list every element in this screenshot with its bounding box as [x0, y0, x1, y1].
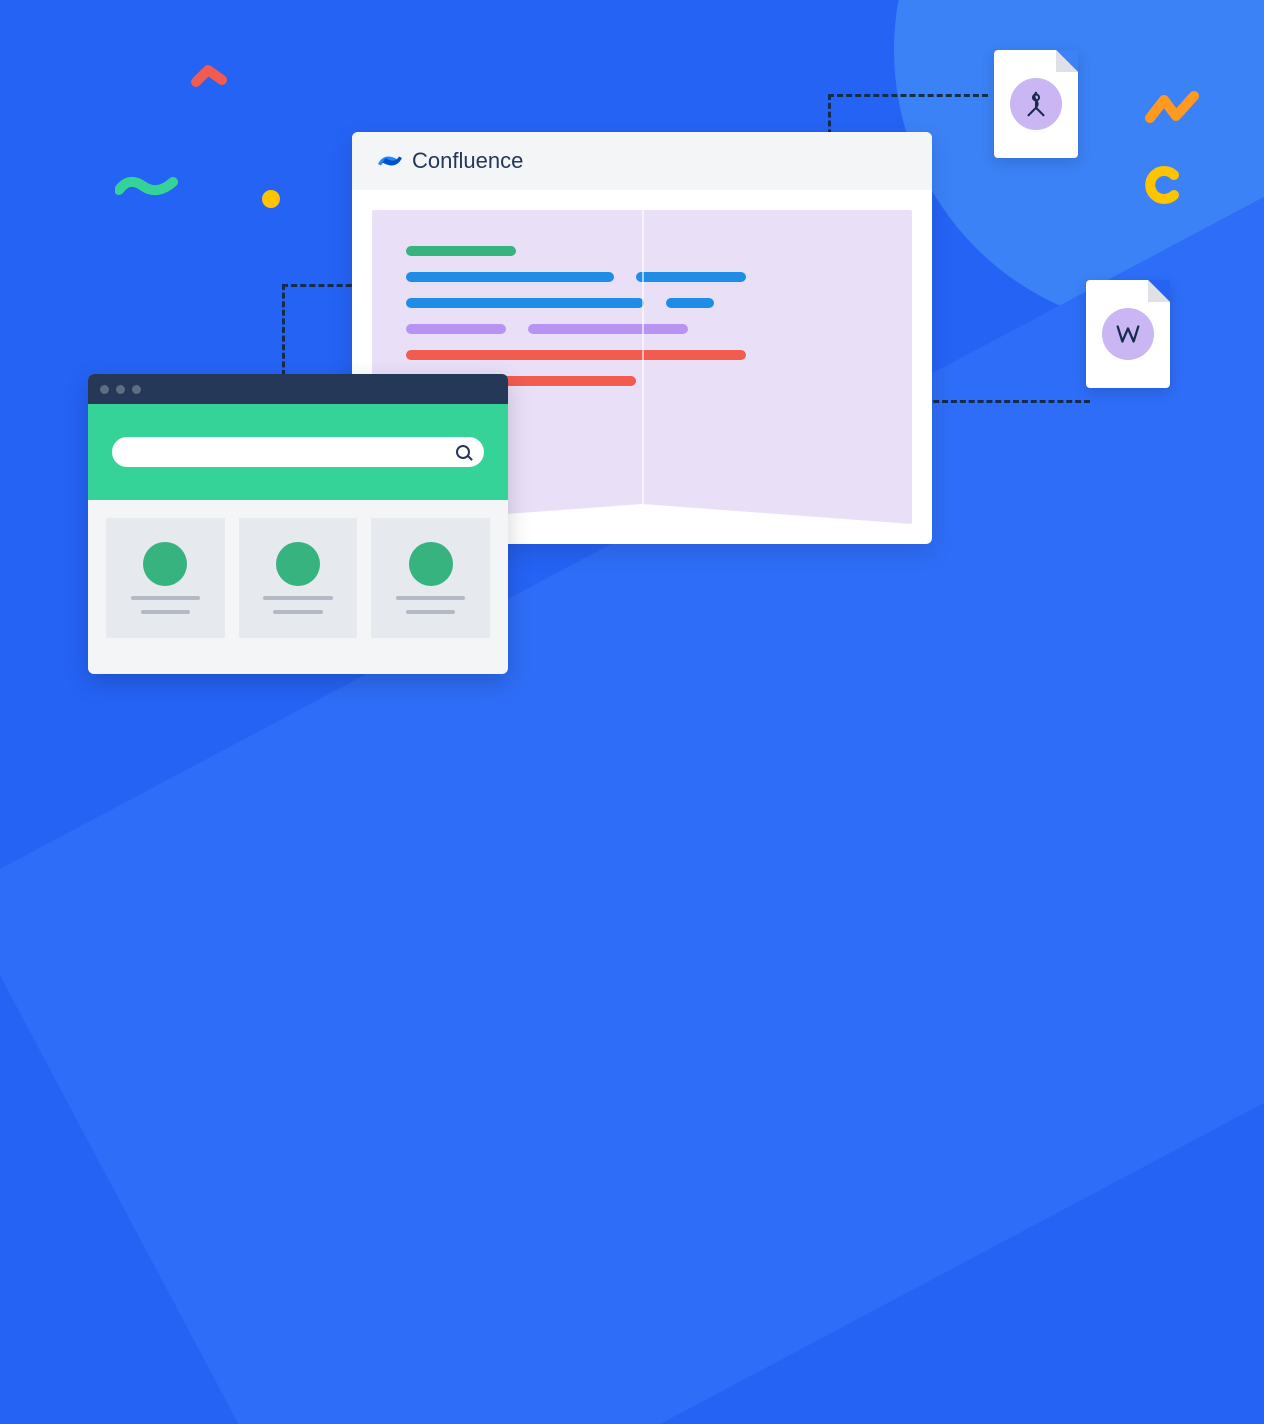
avatar: [276, 542, 320, 586]
browser-hero: [88, 404, 508, 500]
tilde-decor: [115, 174, 179, 198]
zigzag-decor: [1144, 90, 1204, 128]
doc-line: [666, 298, 714, 308]
confluence-header: Confluence: [352, 132, 932, 190]
browser-titlebar: [88, 374, 508, 404]
dot-decor: [262, 190, 280, 208]
doc-line: [636, 272, 746, 282]
browser-window: [88, 374, 508, 674]
avatar: [409, 542, 453, 586]
word-file[interactable]: [1086, 280, 1170, 388]
card-text-line: [406, 610, 455, 614]
profile-card[interactable]: [371, 518, 490, 638]
avatar: [143, 542, 187, 586]
window-dot: [116, 385, 125, 394]
doc-line: [406, 350, 746, 360]
connector-line: [828, 94, 988, 97]
search-icon: [456, 445, 470, 459]
doc-line: [406, 324, 506, 334]
profile-card[interactable]: [239, 518, 358, 638]
card-text-line: [131, 596, 200, 600]
confluence-logo-icon: [378, 149, 402, 173]
doc-line: [406, 272, 614, 282]
connector-line: [282, 284, 285, 376]
doc-line: [406, 246, 516, 256]
doc-line: [406, 298, 644, 308]
card-text-line: [396, 596, 465, 600]
product-name: Confluence: [412, 148, 523, 174]
profile-card[interactable]: [106, 518, 225, 638]
window-dot: [132, 385, 141, 394]
card-text-line: [273, 610, 322, 614]
card-text-line: [141, 610, 190, 614]
search-input[interactable]: [112, 437, 484, 467]
pdf-icon: [1010, 78, 1062, 130]
card-text-line: [263, 596, 332, 600]
word-icon: [1102, 308, 1154, 360]
page-fold: [642, 504, 912, 524]
c-shape-decor: [1144, 165, 1184, 205]
pdf-file[interactable]: [994, 50, 1078, 158]
doc-line: [528, 324, 688, 334]
chevron-decor: [190, 60, 230, 100]
window-dot: [100, 385, 109, 394]
card-row: [88, 500, 508, 656]
